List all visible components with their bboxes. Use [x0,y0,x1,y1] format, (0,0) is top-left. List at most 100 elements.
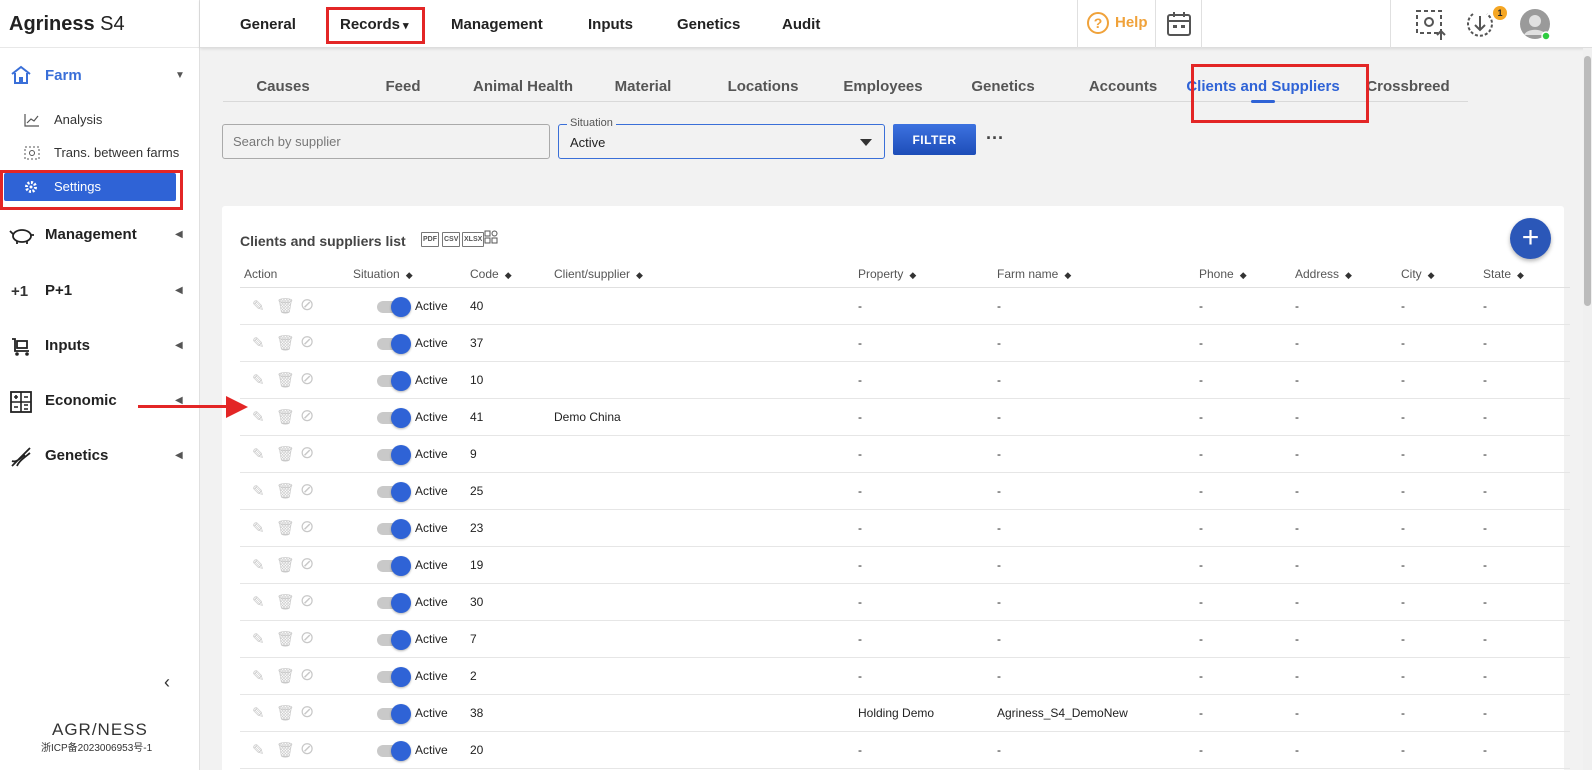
edit-pencil-icon[interactable]: ✎ [252,593,265,611]
col-city[interactable]: City ◆ [1401,267,1435,281]
nav-audit[interactable]: Audit [782,16,820,33]
sidebar-module-genetics[interactable]: Genetics ◀ [0,440,200,472]
download-icon[interactable] [1465,10,1495,45]
disable-circle-icon[interactable]: ⊘ [300,702,314,722]
situation-toggle[interactable] [377,482,411,502]
disable-circle-icon[interactable]: ⊘ [300,554,314,574]
tab-employees[interactable]: Employees [823,78,943,95]
edit-pencil-icon[interactable]: ✎ [252,667,265,685]
column-settings-icon[interactable] [484,230,498,249]
situation-toggle[interactable] [377,704,411,724]
delete-trash-icon[interactable]: 🗑 [276,667,295,685]
sidebar-module-economic[interactable]: Economic ◀ [0,385,200,417]
add-client-button[interactable]: + [1510,218,1551,259]
delete-trash-icon[interactable]: 🗑 [276,445,295,463]
tab-causes[interactable]: Causes [223,78,343,95]
edit-pencil-icon[interactable]: ✎ [252,741,265,759]
edit-pencil-icon[interactable]: ✎ [252,445,265,463]
situation-toggle[interactable] [377,741,411,761]
tab-accounts[interactable]: Accounts [1063,78,1183,95]
col-farm-name[interactable]: Farm name ◆ [997,267,1071,281]
delete-trash-icon[interactable]: 🗑 [276,482,295,500]
nav-management[interactable]: Management [451,16,543,33]
situation-toggle[interactable] [377,593,411,613]
tab-feed[interactable]: Feed [343,78,463,95]
situation-toggle[interactable] [377,667,411,687]
disable-circle-icon[interactable]: ⊘ [300,665,314,685]
search-supplier-input[interactable]: Search by supplier [222,124,550,159]
edit-pencil-icon[interactable]: ✎ [252,630,265,648]
edit-pencil-icon[interactable]: ✎ [252,556,265,574]
edit-pencil-icon[interactable]: ✎ [252,704,265,722]
delete-trash-icon[interactable]: 🗑 [276,704,295,722]
screen-capture-icon[interactable] [1415,9,1447,46]
situation-toggle[interactable] [377,297,411,317]
tab-locations[interactable]: Locations [703,78,823,95]
tab-material[interactable]: Material [583,78,703,95]
situation-toggle[interactable] [377,556,411,576]
edit-pencil-icon[interactable]: ✎ [252,408,265,426]
col-situation[interactable]: Situation ◆ [353,267,413,281]
situation-toggle[interactable] [377,519,411,539]
collapse-sidebar-chevron-icon[interactable]: ‹ [164,672,170,693]
situation-toggle[interactable] [377,445,411,465]
delete-trash-icon[interactable]: 🗑 [276,297,295,315]
scrollbar-thumb[interactable] [1584,56,1591,306]
disable-circle-icon[interactable]: ⊘ [300,591,314,611]
delete-trash-icon[interactable]: 🗑 [276,371,295,389]
situation-toggle[interactable] [377,408,411,428]
disable-circle-icon[interactable]: ⊘ [300,628,314,648]
app-logo[interactable]: Agriness S4 [0,0,199,48]
delete-trash-icon[interactable]: 🗑 [276,741,295,759]
filter-button[interactable]: FILTER [893,124,976,155]
delete-trash-icon[interactable]: 🗑 [276,408,295,426]
edit-pencil-icon[interactable]: ✎ [252,297,265,315]
more-options-icon[interactable]: ··· [986,128,1004,149]
sidebar-item-trans-between-farms[interactable]: Trans. between farms [0,139,200,167]
col-phone[interactable]: Phone ◆ [1199,267,1247,281]
calendar-button[interactable] [1155,0,1202,48]
col-code[interactable]: Code ◆ [470,267,512,281]
delete-trash-icon[interactable]: 🗑 [276,593,295,611]
nav-inputs[interactable]: Inputs [588,16,633,33]
delete-trash-icon[interactable]: 🗑 [276,630,295,648]
export-csv-icon[interactable]: CSV [442,232,461,247]
col-address[interactable]: Address ◆ [1295,267,1352,281]
export-pdf-icon[interactable]: PDF [421,232,439,247]
delete-trash-icon[interactable]: 🗑 [276,334,295,352]
icp-license[interactable]: 浙ICP备2023006953号-1 [41,739,152,754]
edit-pencil-icon[interactable]: ✎ [252,371,265,389]
disable-circle-icon[interactable]: ⊘ [300,406,314,426]
sidebar-module-inputs[interactable]: Inputs ◀ [0,330,200,362]
col-property[interactable]: Property ◆ [858,267,916,281]
nav-general[interactable]: General [240,16,296,33]
disable-circle-icon[interactable]: ⊘ [300,332,314,352]
disable-circle-icon[interactable]: ⊘ [300,369,314,389]
sidebar-module-p1[interactable]: +1 P+1 ◀ [0,275,200,307]
col-state[interactable]: State ◆ [1483,267,1524,281]
export-xlsx-icon[interactable]: XLSX [462,232,485,247]
tab-genetics[interactable]: Genetics [943,78,1063,95]
edit-pencil-icon[interactable]: ✎ [252,334,265,352]
disable-circle-icon[interactable]: ⊘ [300,443,314,463]
edit-pencil-icon[interactable]: ✎ [252,482,265,500]
situation-select[interactable]: Situation Active [558,117,885,159]
situation-toggle[interactable] [377,630,411,650]
disable-circle-icon[interactable]: ⊘ [300,739,314,759]
disable-circle-icon[interactable]: ⊘ [300,295,314,315]
avatar[interactable] [1519,8,1551,45]
sidebar-module-farm[interactable]: Farm ▼ [0,60,200,92]
delete-trash-icon[interactable]: 🗑 [276,519,295,537]
col-client-supplier[interactable]: Client/supplier ◆ [554,267,643,281]
situation-toggle[interactable] [377,371,411,391]
disable-circle-icon[interactable]: ⊘ [300,517,314,537]
edit-pencil-icon[interactable]: ✎ [252,519,265,537]
help-button[interactable]: ? Help [1077,0,1155,48]
sidebar-item-analysis[interactable]: Analysis [0,106,200,134]
delete-trash-icon[interactable]: 🗑 [276,556,295,574]
page-scrollbar[interactable] [1583,48,1592,770]
sidebar-module-management[interactable]: Management ◀ [0,219,200,251]
nav-genetics[interactable]: Genetics [677,16,740,33]
tab-animal-health[interactable]: Animal Health [463,78,583,95]
disable-circle-icon[interactable]: ⊘ [300,480,314,500]
